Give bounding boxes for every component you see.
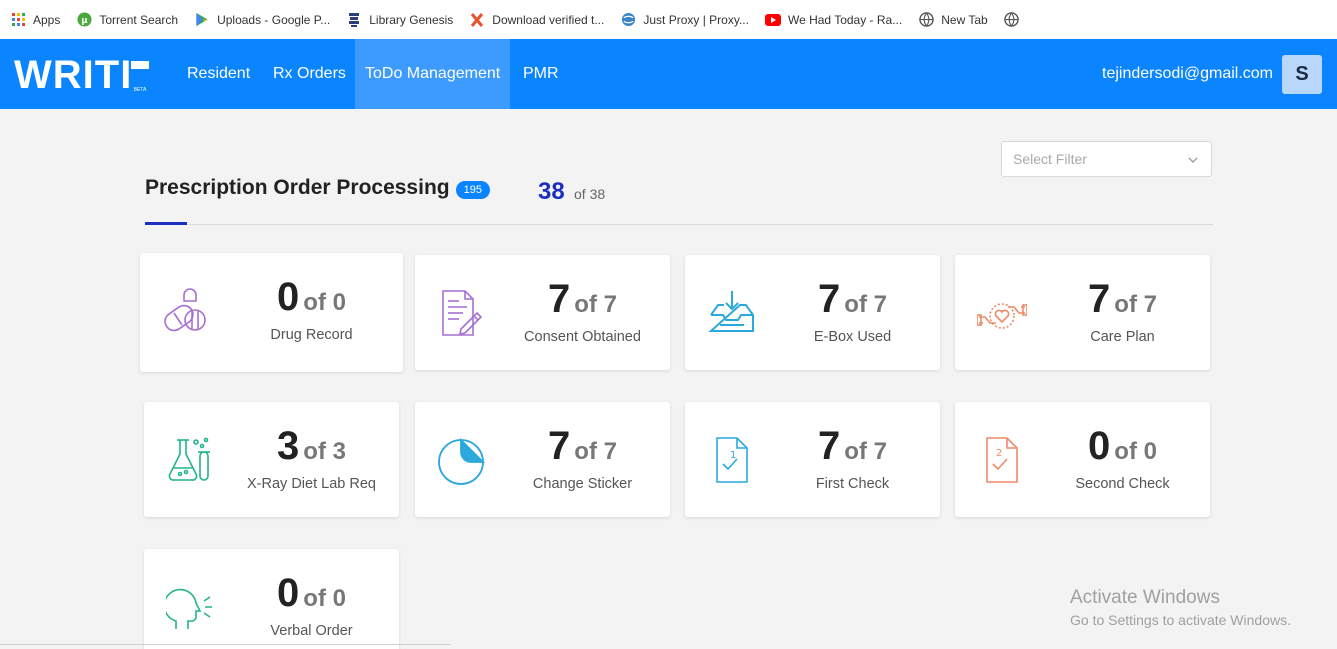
care-hands-heart-icon [976,289,1028,339]
nav-resident[interactable]: Resident [187,39,250,109]
document-check-2-icon: 2 [977,436,1027,486]
total-count-of: of 38 [574,186,606,202]
bookmark-torrent-search[interactable]: µ Torrent Search [76,12,178,28]
card-of: of 0 [1114,438,1157,465]
bookmark-just-proxy[interactable]: Just Proxy | Proxy... [620,12,749,28]
nav-pmr[interactable]: PMR [523,39,559,109]
bookmark-label: Uploads - Google P... [217,12,331,27]
card-value: 0 [277,571,300,615]
bookmark-label: Download verified t... [492,12,605,27]
document-pen-icon [437,289,487,339]
header-divider [145,224,1213,225]
card-value: 7 [818,424,841,468]
card-of: of 0 [303,585,346,612]
writi-logo[interactable]: WRITI BETA [14,53,154,97]
apps-grid-icon [10,12,26,28]
card-e-box-used[interactable]: 7 of 7 E-Box Used [685,255,940,370]
card-of: of 7 [1114,291,1157,318]
card-of: of 7 [844,291,887,318]
card-value: 0 [1088,424,1111,468]
user-email[interactable]: tejindersodi@gmail.com [1102,39,1273,109]
youtube-icon [764,12,781,28]
activate-windows-title: Activate Windows [1070,587,1220,608]
top-navbar: WRITI BETA Resident Rx Orders ToDo Manag… [0,39,1337,109]
globe-icon [620,12,636,28]
page-title: Prescription Order Processing [145,176,450,199]
document-check-1-icon: 1 [707,436,757,486]
card-xray-diet-lab-req[interactable]: 3 of 3 X-Ray Diet Lab Req [144,402,399,517]
card-consent-obtained[interactable]: 7 of 7 Consent Obtained [415,255,670,370]
header-underline [145,222,187,225]
sticker-icon [437,436,487,486]
card-second-check[interactable]: 2 0 of 0 Second Check [955,402,1210,517]
globe-icon [1004,12,1020,28]
bookmark-library-genesis[interactable]: Library Genesis [346,12,453,28]
bookmark-download-verified[interactable]: Download verified t... [469,12,604,28]
utorrent-icon: µ [76,12,92,28]
card-value: 7 [1088,277,1111,321]
pills-icon [162,287,212,337]
card-of: of 7 [574,438,617,465]
bookmark-youtube[interactable]: We Had Today - Ra... [764,12,903,28]
card-label: Change Sticker [532,476,633,492]
card-label: Second Check [1075,476,1170,492]
speaking-head-icon [163,583,216,633]
bookmark-label: Just Proxy | Proxy... [643,12,749,27]
card-value: 0 [277,275,300,319]
card-of: of 3 [303,438,346,465]
bookmark-google-play[interactable]: Uploads - Google P... [194,12,330,28]
nav-todo-management[interactable]: ToDo Management [355,39,511,109]
bookmark-label: Apps [33,12,61,27]
svg-text:1: 1 [730,450,736,461]
card-care-plan[interactable]: 7 of 7 Care Plan [955,255,1210,370]
svg-text:WRITI: WRITI [14,53,132,95]
card-label: E-Box Used [813,329,892,345]
svg-text:µ: µ [81,15,87,25]
card-verbal-order[interactable]: 0 of 0 Verbal Order [144,549,399,649]
avatar[interactable]: S [1282,55,1322,94]
bookmark-label: We Had Today - Ra... [787,12,903,27]
svg-text:BETA: BETA [134,87,147,93]
x-icon [469,12,485,28]
bookmark-apps[interactable]: Apps [10,12,60,28]
bookmark-label: Torrent Search [99,12,179,27]
page-bottom-divider [0,644,450,645]
card-value: 7 [548,277,571,321]
library-icon [346,12,362,28]
page-header: Prescription Order Processing 195 [145,176,490,200]
card-value: 3 [277,424,300,468]
chevron-down-icon [1187,153,1199,169]
count-badge: 195 [455,181,490,199]
svg-text:2: 2 [996,448,1002,459]
card-of: of 7 [574,291,617,318]
inbox-download-icon [707,289,757,339]
activate-windows-subtitle: Go to Settings to activate Windows. [1070,612,1291,628]
bookmark-label: New Tab [941,12,988,27]
bookmark-label: Library Genesis [369,12,454,27]
card-of: of 7 [844,438,887,465]
filter-placeholder: Select Filter [1013,151,1087,167]
card-change-sticker[interactable]: 7 of 7 Change Sticker [415,402,670,517]
card-label: Verbal Order [270,623,353,639]
card-label: Care Plan [1090,329,1155,345]
card-label: Consent Obtained [524,329,641,345]
lab-flasks-icon [166,436,216,486]
bookmarks-bar: Apps µ Torrent Search Uploads - Google P… [0,0,1337,39]
card-first-check[interactable]: 1 7 of 7 First Check [685,402,940,517]
card-value: 7 [548,424,571,468]
google-play-icon [194,12,210,28]
card-value: 7 [818,277,841,321]
globe-icon [918,12,934,28]
total-count: 38 [538,178,565,205]
card-label: X-Ray Diet Lab Req [247,476,376,492]
nav-rx-orders[interactable]: Rx Orders [273,39,346,109]
card-of: of 0 [303,289,346,316]
card-label: Drug Record [270,327,353,343]
card-label: First Check [815,476,890,492]
bookmark-new-tab[interactable]: New Tab [918,12,988,28]
select-filter-dropdown[interactable]: Select Filter [1001,141,1212,177]
bookmark-globe[interactable] [1004,12,1027,28]
card-drug-record[interactable]: 0 of 0 Drug Record [140,253,403,372]
